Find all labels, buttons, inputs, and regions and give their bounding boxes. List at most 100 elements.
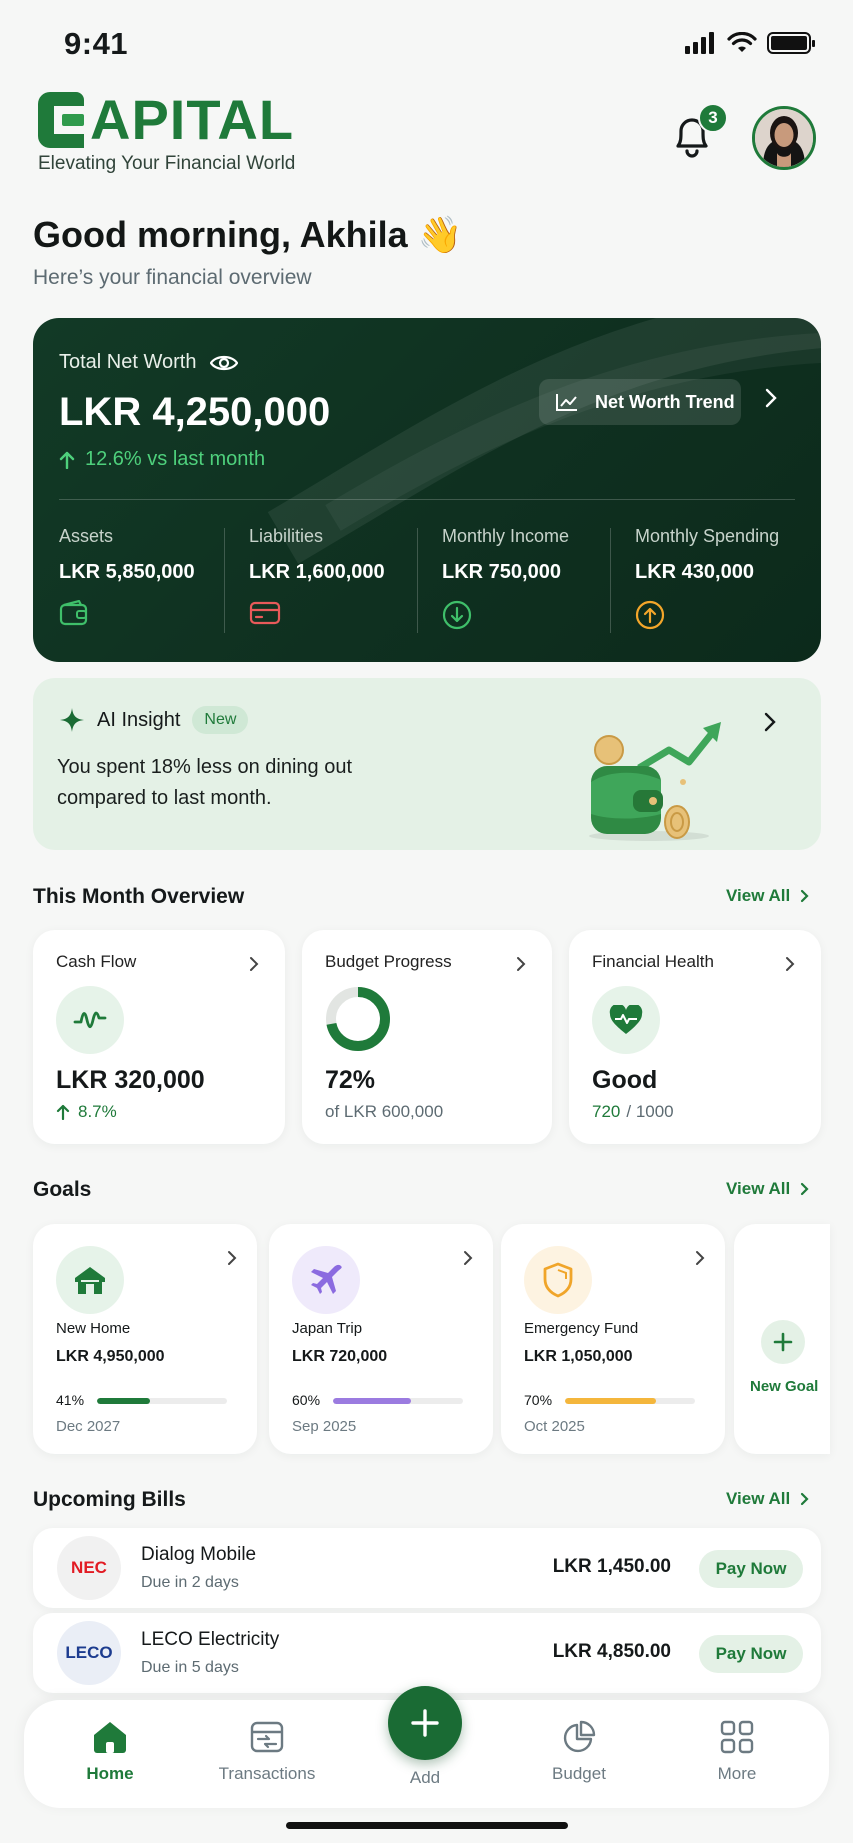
arrow-up-circle-icon — [635, 600, 779, 630]
bill-row-dialog-mobile[interactable]: NEC Dialog Mobile Due in 2 days LKR 1,45… — [33, 1528, 821, 1608]
stat-value: LKR 1,600,000 — [249, 561, 385, 583]
goals-section-title: Goals — [33, 1178, 92, 1201]
health-score: 720 / 1000 — [592, 1102, 674, 1122]
trend-button-label: Net Worth Trend — [595, 391, 735, 412]
stat-divider — [417, 528, 418, 633]
stat-monthly-spending[interactable]: Monthly Spending LKR 430,000 — [635, 526, 779, 636]
health-score-total: / 1000 — [626, 1102, 674, 1121]
logo-tagline: Elevating Your Financial World — [38, 153, 296, 174]
goal-progress-bar — [333, 1398, 463, 1404]
chevron-right-icon[interactable] — [765, 388, 777, 408]
card-change-text: 8.7% — [78, 1102, 117, 1121]
pie-chart-icon — [562, 1720, 596, 1754]
net-worth-change-text: 12.6% vs last month — [85, 448, 266, 470]
bill-row-leco-electricity[interactable]: LECO LECO Electricity Due in 5 days LKR … — [33, 1613, 821, 1693]
nav-more[interactable]: More — [677, 1720, 797, 1784]
logo-mark-icon — [38, 92, 88, 148]
arrow-up-icon — [59, 451, 75, 469]
home-icon — [92, 1720, 128, 1754]
stat-value: LKR 5,850,000 — [59, 561, 195, 583]
bill-name: LECO Electricity — [141, 1629, 280, 1650]
goal-progress-bar — [97, 1398, 227, 1404]
plus-icon — [410, 1708, 440, 1738]
card-sub: of LKR 600,000 — [325, 1102, 444, 1121]
notification-badge: 3 — [698, 103, 728, 133]
chevron-right-icon — [227, 1250, 237, 1266]
plus-icon — [761, 1320, 805, 1364]
add-button[interactable] — [388, 1686, 462, 1760]
goal-card-japan-trip[interactable]: Japan Trip LKR 720,000 60% Sep 2025 — [269, 1224, 493, 1454]
overview-section-title: This Month Overview — [33, 885, 245, 908]
nav-budget[interactable]: Budget — [519, 1720, 639, 1784]
goal-date: Dec 2027 — [56, 1418, 121, 1435]
net-worth-title: Total Net Worth — [59, 351, 239, 374]
bill-due: Due in 5 days — [141, 1659, 239, 1676]
goal-card-new-home[interactable]: New Home LKR 4,950,000 41% Dec 2027 — [33, 1224, 257, 1454]
chevron-right-icon — [800, 1492, 809, 1506]
stat-monthly-income[interactable]: Monthly Income LKR 750,000 — [442, 526, 569, 636]
chevron-right-icon — [800, 1182, 809, 1196]
chevron-right-icon[interactable] — [764, 712, 776, 732]
divider — [59, 499, 795, 500]
chevron-right-icon — [785, 956, 795, 972]
bills-section-title: Upcoming Bills — [33, 1488, 186, 1511]
net-worth-change: 12.6% vs last month — [59, 448, 265, 471]
goal-percent: 60% — [292, 1392, 321, 1408]
goal-name: Japan Trip — [292, 1320, 363, 1337]
bill-due: Due in 2 days — [141, 1574, 239, 1591]
nav-transactions[interactable]: Transactions — [207, 1720, 327, 1784]
budget-donut-chart — [325, 986, 391, 1052]
nav-label: More — [717, 1764, 757, 1783]
shield-icon — [524, 1246, 592, 1314]
goal-name: New Home — [56, 1320, 131, 1337]
view-all-label: View All — [726, 1179, 791, 1198]
add-label: Add — [409, 1768, 441, 1787]
card-label: Financial Health — [592, 952, 714, 971]
net-worth-card[interactable]: Total Net Worth LKR 4,250,000 12.6% vs l… — [33, 318, 821, 662]
ai-insight-title: AI Insight — [97, 708, 181, 731]
view-all-label: View All — [726, 1489, 791, 1508]
cash-flow-card[interactable]: Cash Flow LKR 320,000 8.7% — [33, 930, 285, 1144]
nav-home[interactable]: Home — [50, 1720, 170, 1784]
pay-now-button[interactable]: Pay Now — [699, 1550, 803, 1588]
new-goal-button[interactable]: New Goal — [734, 1224, 830, 1454]
chevron-right-icon — [695, 1250, 705, 1266]
health-score-value: 720 — [592, 1102, 621, 1121]
battery-icon — [767, 32, 815, 54]
bill-name: Dialog Mobile — [141, 1544, 257, 1565]
status-bar: 9:41 — [0, 0, 853, 90]
goal-card-emergency-fund[interactable]: Emergency Fund LKR 1,050,000 70% Oct 202… — [501, 1224, 725, 1454]
eye-icon[interactable] — [210, 353, 239, 373]
overview-view-all-link[interactable]: View All — [726, 886, 809, 906]
new-goal-label: New Goal — [750, 1378, 819, 1395]
cellular-signal-icon — [685, 32, 717, 54]
ai-insight-card[interactable]: AI Insight New You spent 18% less on din… — [33, 678, 821, 850]
heart-pulse-icon — [592, 986, 660, 1054]
view-all-label: View All — [726, 886, 791, 905]
goal-amount: LKR 4,950,000 — [56, 1348, 165, 1365]
goals-view-all-link[interactable]: View All — [726, 1179, 809, 1199]
bills-view-all-link[interactable]: View All — [726, 1489, 809, 1509]
avatar[interactable] — [752, 106, 816, 170]
app-logo[interactable]: APITAL Elevating Your Financial World — [38, 92, 295, 182]
net-worth-trend-button[interactable]: Net Worth Trend — [539, 379, 741, 425]
pay-now-button[interactable]: Pay Now — [699, 1635, 803, 1673]
stat-label: Monthly Spending — [635, 526, 780, 546]
card-label: Budget Progress — [325, 952, 452, 971]
status-icons — [685, 32, 815, 54]
goal-date: Sep 2025 — [292, 1418, 357, 1435]
stat-value: LKR 750,000 — [442, 561, 561, 583]
wallet-icon — [59, 600, 195, 626]
grid-icon — [720, 1720, 754, 1754]
chevron-right-icon — [463, 1250, 473, 1266]
chevron-right-icon — [516, 956, 526, 972]
financial-health-card[interactable]: Financial Health Good 720 / 1000 — [569, 930, 821, 1144]
nav-label: Home — [86, 1764, 134, 1783]
stat-liabilities[interactable]: Liabilities LKR 1,600,000 — [249, 526, 385, 636]
pulse-icon — [56, 986, 124, 1054]
leco-logo: LECO — [57, 1621, 121, 1685]
stat-assets[interactable]: Assets LKR 5,850,000 — [59, 526, 195, 636]
budget-progress-card[interactable]: Budget Progress 72% of LKR 600,000 — [302, 930, 552, 1144]
greeting-subtitle: Here’s your financial overview — [33, 266, 312, 289]
card-change: 8.7% — [56, 1102, 117, 1122]
